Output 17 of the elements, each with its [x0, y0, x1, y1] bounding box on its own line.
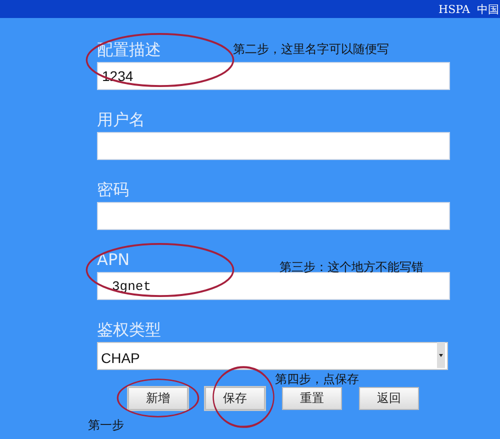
field-label: APN	[97, 250, 130, 270]
text-field[interactable]	[97, 202, 450, 230]
form-button[interactable]: 重置	[282, 387, 342, 410]
form-button[interactable]: 返回	[359, 387, 419, 410]
field-label: 密码	[97, 180, 129, 200]
field-label: 用户名	[97, 110, 145, 130]
text-field[interactable]: 3gnet	[97, 272, 450, 300]
field-label: 鉴权类型	[97, 320, 161, 340]
form-button[interactable]: 新增	[128, 387, 188, 410]
auth-type-dropdown[interactable]: CHAP	[97, 342, 448, 370]
form-button[interactable]: 保存	[205, 387, 265, 410]
header-text: HSPA 中国	[438, 2, 499, 16]
annotation-text: 第三步：这个地方不能写错	[280, 260, 424, 274]
annotation-text: 第一步	[88, 418, 125, 432]
annotation-text: 第二步，这里名字可以随便写	[233, 42, 389, 56]
annotation-text: 第四步，点保存	[275, 372, 359, 386]
text-field[interactable]	[97, 132, 450, 160]
